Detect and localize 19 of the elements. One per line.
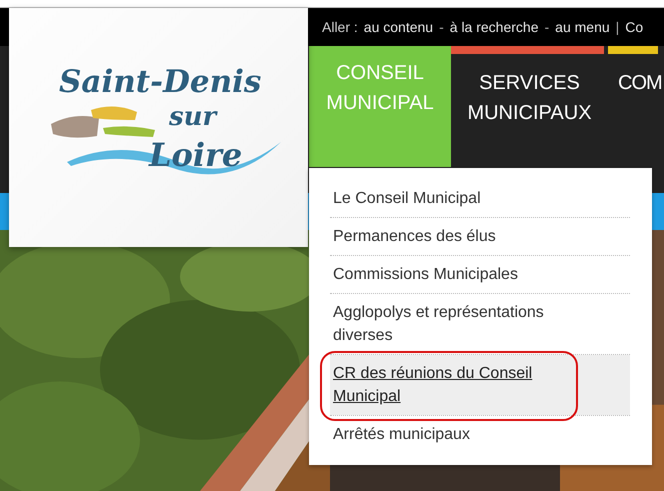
logo-text: sur: [169, 102, 216, 132]
skip-link[interactable]: au menu: [555, 19, 610, 35]
dropdown-item[interactable]: Commissions Municipales: [330, 256, 630, 293]
nav-tab[interactable]: COM: [608, 46, 662, 167]
separator: -: [544, 19, 550, 35]
logo-text: Saint-Denis: [59, 64, 262, 100]
dropdown-item[interactable]: Agglopolys et représentations diverses: [330, 294, 630, 354]
dropdown-item[interactable]: CR des réunions du Conseil Municipal: [330, 355, 630, 415]
skip-link[interactable]: au contenu: [364, 19, 434, 35]
dropdown-item[interactable]: Arrêtés municipaux: [330, 416, 630, 453]
skip-link[interactable]: Co: [625, 19, 644, 35]
dropdown-item[interactable]: Le Conseil Municipal: [330, 180, 630, 217]
nav-tab[interactable]: SERVICES MUNICIPAUX: [451, 46, 608, 167]
separator: -: [439, 19, 444, 35]
logo-text: Loire: [149, 136, 242, 174]
skip-link[interactable]: à la recherche: [450, 19, 538, 35]
separator: |: [616, 19, 620, 35]
dropdown-item[interactable]: Permanences des élus: [330, 218, 630, 255]
skip-links-label: Aller :: [322, 19, 358, 35]
